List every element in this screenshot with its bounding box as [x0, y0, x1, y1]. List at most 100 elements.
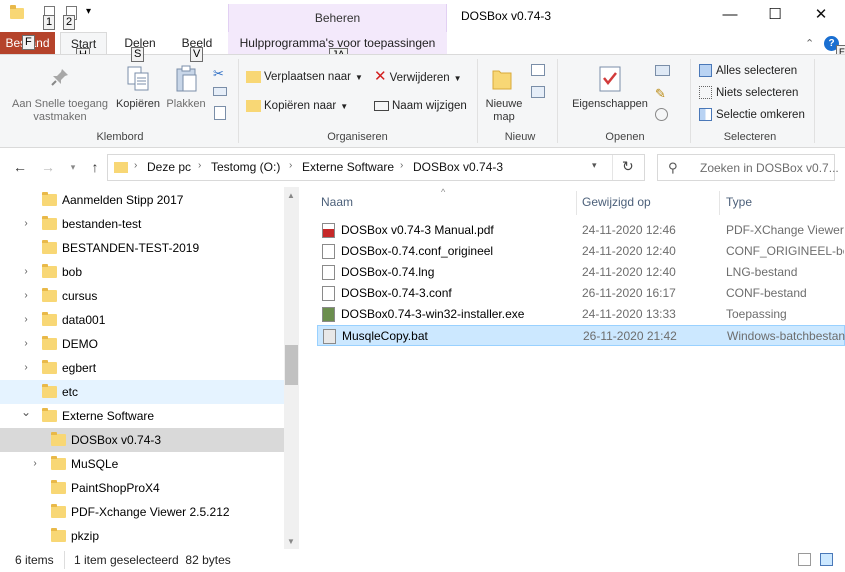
tree-scrollbar-thumb[interactable] — [285, 345, 298, 385]
chevron-down-icon[interactable]: ⌄ — [20, 400, 32, 424]
file-row[interactable]: DOSBox-0.74.lng 24-11-2020 12:40 LNG-besta… — [317, 262, 845, 283]
folder-icon[interactable] — [10, 5, 24, 19]
up-arrow-icon[interactable]: ↑ — [86, 158, 104, 176]
context-tab-manage[interactable]: Beheren — [228, 4, 447, 32]
file-row[interactable]: DOSBox v0.74-3 Manual.pdf 24-11-2020 12:4… — [317, 220, 845, 241]
forward-arrow-icon[interactable]: → — [39, 158, 57, 176]
scroll-down-icon[interactable]: ▼ — [287, 537, 295, 546]
chevron-right-icon[interactable]: › — [20, 356, 32, 380]
chevron-right-icon[interactable]: › — [20, 212, 32, 236]
tree-item-label: PDF-Xchange Viewer 2.5.212 — [71, 505, 230, 519]
folder-icon — [42, 288, 57, 302]
pin-icon — [50, 67, 70, 87]
chevron-right-icon[interactable]: › — [289, 160, 292, 171]
select-all-button[interactable]: Alles selecteren — [699, 61, 797, 81]
search-box[interactable]: ⚲ Zoeken in DOSBox v0.7... — [657, 154, 839, 181]
invert-selection-button[interactable]: Selectie omkeren — [699, 105, 805, 125]
history-icon[interactable] — [655, 108, 668, 121]
address-dropdown-icon[interactable]: ▾ — [592, 160, 597, 171]
tree-item[interactable]: PDF-Xchange Viewer 2.5.212 — [0, 500, 284, 524]
tree-item[interactable]: pkzip — [0, 524, 284, 548]
chevron-right-icon[interactable]: › — [198, 160, 201, 171]
column-separator[interactable] — [719, 191, 720, 215]
select-none-label: Niets selecteren — [716, 87, 799, 99]
file-type: CONF-bestand — [726, 286, 807, 300]
tree-item[interactable]: ⌄ Externe Software — [0, 404, 284, 428]
tree-item[interactable]: BESTANDEN-TEST-2019 — [0, 236, 284, 260]
status-divider — [64, 551, 65, 569]
properties-button[interactable]: Eigenschappen — [565, 98, 655, 111]
tree-scrollbar[interactable]: ▲ ▼ — [284, 187, 299, 549]
new-item-icon[interactable] — [531, 64, 545, 76]
tree-item[interactable]: › bob — [0, 260, 284, 284]
copy-button[interactable]: Kopiëren — [113, 98, 163, 111]
collapse-ribbon-icon[interactable]: ⌃ — [805, 37, 814, 50]
scroll-up-icon[interactable]: ▲ — [287, 191, 295, 200]
tree-item[interactable]: › data001 — [0, 308, 284, 332]
tree-item[interactable]: › cursus — [0, 284, 284, 308]
recent-locations-icon[interactable]: ▾ — [64, 158, 82, 176]
back-arrow-icon[interactable]: ← — [11, 158, 29, 176]
folder-icon — [42, 216, 57, 230]
close-button[interactable]: ✕ — [798, 0, 844, 32]
new-folder-button[interactable]: Nieuwe map — [481, 98, 527, 124]
maximize-button[interactable]: ☐ — [752, 0, 798, 32]
column-header-type[interactable]: Type — [726, 195, 752, 209]
file-type: CONF_ORIGINEEL-bestand — [726, 244, 844, 258]
file-type: Windows-batchbestand — [727, 329, 845, 343]
column-separator[interactable] — [576, 191, 577, 215]
minimize-button[interactable]: — — [707, 0, 753, 32]
file-row[interactable]: DOSBox-0.74-3.conf 26-11-2020 16:17 CONF-b… — [317, 283, 845, 304]
tree-item[interactable]: Aanmelden Stipp 2017 — [0, 188, 284, 212]
copy-to-label: Kopiëren naar — [264, 100, 337, 112]
customize-quick-access-icon[interactable]: ▾ — [86, 6, 91, 17]
tree-item[interactable]: PaintShopProX4 — [0, 476, 284, 500]
copy-path-icon[interactable] — [213, 87, 227, 96]
open-icon[interactable] — [655, 65, 670, 76]
breadcrumb-drive[interactable]: Testomg (O:) — [211, 160, 280, 174]
tree-item[interactable]: DOSBox v0.74-3 — [0, 428, 284, 452]
paste-button[interactable]: Plakken — [163, 98, 209, 111]
breadcrumb-externe-software[interactable]: Externe Software — [302, 160, 394, 174]
tree-item[interactable]: etc — [0, 380, 284, 404]
file-row[interactable]: DOSBox0.74-3-win32-installer.exe 24-11-20… — [317, 304, 845, 325]
edit-icon[interactable]: ✎ — [655, 86, 666, 102]
chevron-right-icon[interactable]: › — [29, 452, 41, 476]
copy-to-button[interactable]: Kopiëren naar ▼ — [246, 96, 348, 116]
tree-item[interactable]: › egbert — [0, 356, 284, 380]
chevron-right-icon[interactable]: › — [20, 332, 32, 356]
column-header-name[interactable]: Naam — [321, 195, 353, 209]
chevron-right-icon[interactable]: › — [20, 284, 32, 308]
address-bar[interactable]: › Deze pc › Testomg (O:) › Externe Softw… — [107, 154, 645, 181]
details-view-icon[interactable] — [798, 553, 811, 566]
tree-item[interactable]: › bestanden-test — [0, 212, 284, 236]
chevron-right-icon[interactable]: › — [20, 260, 32, 284]
move-to-button[interactable]: Verplaatsen naar ▼ — [246, 67, 363, 87]
copy-icon — [126, 65, 150, 93]
paste-shortcut-icon[interactable] — [214, 106, 226, 120]
cut-icon[interactable]: ✂ — [213, 66, 224, 82]
tree-item[interactable]: › DEMO — [0, 332, 284, 356]
column-header-modified[interactable]: Gewijzigd op — [582, 195, 651, 209]
easy-access-icon[interactable] — [531, 86, 545, 98]
folder-icon — [42, 336, 57, 350]
file-name: MusqleCopy.bat — [342, 329, 428, 343]
large-icons-view-icon[interactable] — [820, 553, 833, 566]
pin-quick-access-button[interactable]: Aan Snelle toegang vastmaken — [4, 98, 116, 124]
chevron-right-icon[interactable]: › — [400, 160, 403, 171]
batch-file-icon — [323, 329, 336, 344]
breadcrumb-this-pc[interactable]: Deze pc — [147, 160, 191, 174]
file-icon — [322, 244, 335, 259]
rename-button[interactable]: Naam wijzigen — [374, 96, 467, 116]
breadcrumb-dosbox[interactable]: DOSBox v0.74-3 — [413, 160, 503, 174]
delete-button[interactable]: ✕ Verwijderen ▼ — [374, 67, 462, 87]
folder-icon — [42, 384, 57, 398]
refresh-icon[interactable]: ↻ — [622, 158, 634, 175]
chevron-right-icon[interactable]: › — [134, 160, 137, 171]
select-none-button[interactable]: Niets selecteren — [699, 83, 798, 103]
file-row[interactable]: DOSBox-0.74.conf_origineel 24-11-2020 12:… — [317, 241, 845, 262]
tree-item[interactable]: › MuSQLe — [0, 452, 284, 476]
chevron-right-icon[interactable]: › — [20, 308, 32, 332]
file-row[interactable]: MusqleCopy.bat 26-11-2020 21:42 Windows-ba… — [317, 325, 845, 346]
folder-icon — [51, 528, 66, 542]
